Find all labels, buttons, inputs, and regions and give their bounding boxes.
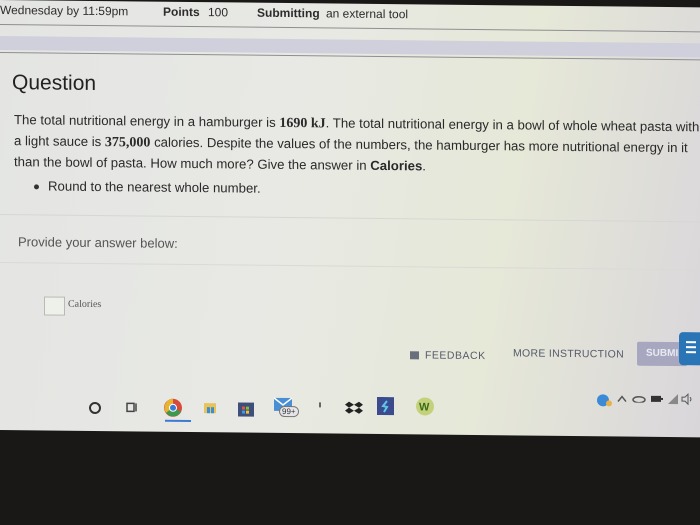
bullet-dot [34, 184, 39, 190]
text-part: . [422, 158, 426, 174]
taskbar: 99+ W [0, 378, 700, 421]
header-band [0, 36, 700, 58]
mail-badge: 99+ [279, 405, 299, 418]
answer-unit-emphasis: Calories [370, 157, 423, 174]
dropbox-icon[interactable] [345, 399, 363, 417]
text-part: The total nutritional energy in a hambur… [14, 112, 280, 130]
submitting-label: Submitting [257, 5, 320, 21]
hamburger-energy: 1690 kJ [279, 115, 326, 132]
points-label: Points [163, 4, 200, 20]
screen: Wednesday by 11:59pm Points 100 Submitti… [0, 0, 700, 438]
divider [0, 214, 700, 223]
instruction-bullet: Round to the nearest whole number. [34, 178, 261, 196]
small-app-icon[interactable] [317, 401, 323, 409]
divider [0, 262, 700, 271]
answer-unit-label: Calories [68, 298, 102, 311]
feedback-button[interactable]: FEEDBACK [410, 349, 486, 362]
answer-input[interactable] [44, 296, 65, 316]
feedback-icon [410, 351, 419, 360]
cortana-search-icon[interactable] [88, 401, 102, 415]
question-title: Question [12, 71, 97, 96]
due-date: Wednesday by 11:59pm [0, 3, 129, 19]
file-explorer-icon[interactable] [202, 399, 218, 415]
chat-icon[interactable] [679, 332, 700, 366]
answer-prompt: Provide your answer below: [18, 234, 178, 251]
chrome-icon[interactable] [163, 398, 183, 418]
chrome-active-indicator [165, 419, 191, 423]
onedrive-sync-icon[interactable] [597, 393, 613, 407]
feedback-label: FEEDBACK [425, 349, 486, 363]
cloud-icon[interactable] [632, 395, 646, 403]
task-view-icon[interactable] [125, 400, 139, 414]
bullet-text: Round to the nearest whole number. [48, 178, 261, 196]
chevron-up-icon[interactable] [617, 394, 627, 403]
mail-icon[interactable]: 99+ [273, 396, 299, 418]
question-text: The total nutritional energy in a hambur… [14, 110, 700, 179]
volume-icon[interactable] [681, 393, 695, 406]
svg-text:W: W [419, 401, 430, 413]
points-value: 100 [208, 5, 229, 20]
more-instruction-button[interactable]: MORE INSTRUCTION [513, 347, 624, 360]
microsoft-store-icon[interactable] [237, 397, 255, 417]
pasta-energy: 375,000 [104, 135, 151, 151]
app-w-icon[interactable]: W [415, 396, 435, 416]
app-s-icon[interactable] [377, 396, 395, 417]
battery-icon[interactable] [650, 394, 664, 404]
wifi-icon[interactable] [667, 393, 679, 405]
submitting-value: an external tool [326, 6, 409, 22]
